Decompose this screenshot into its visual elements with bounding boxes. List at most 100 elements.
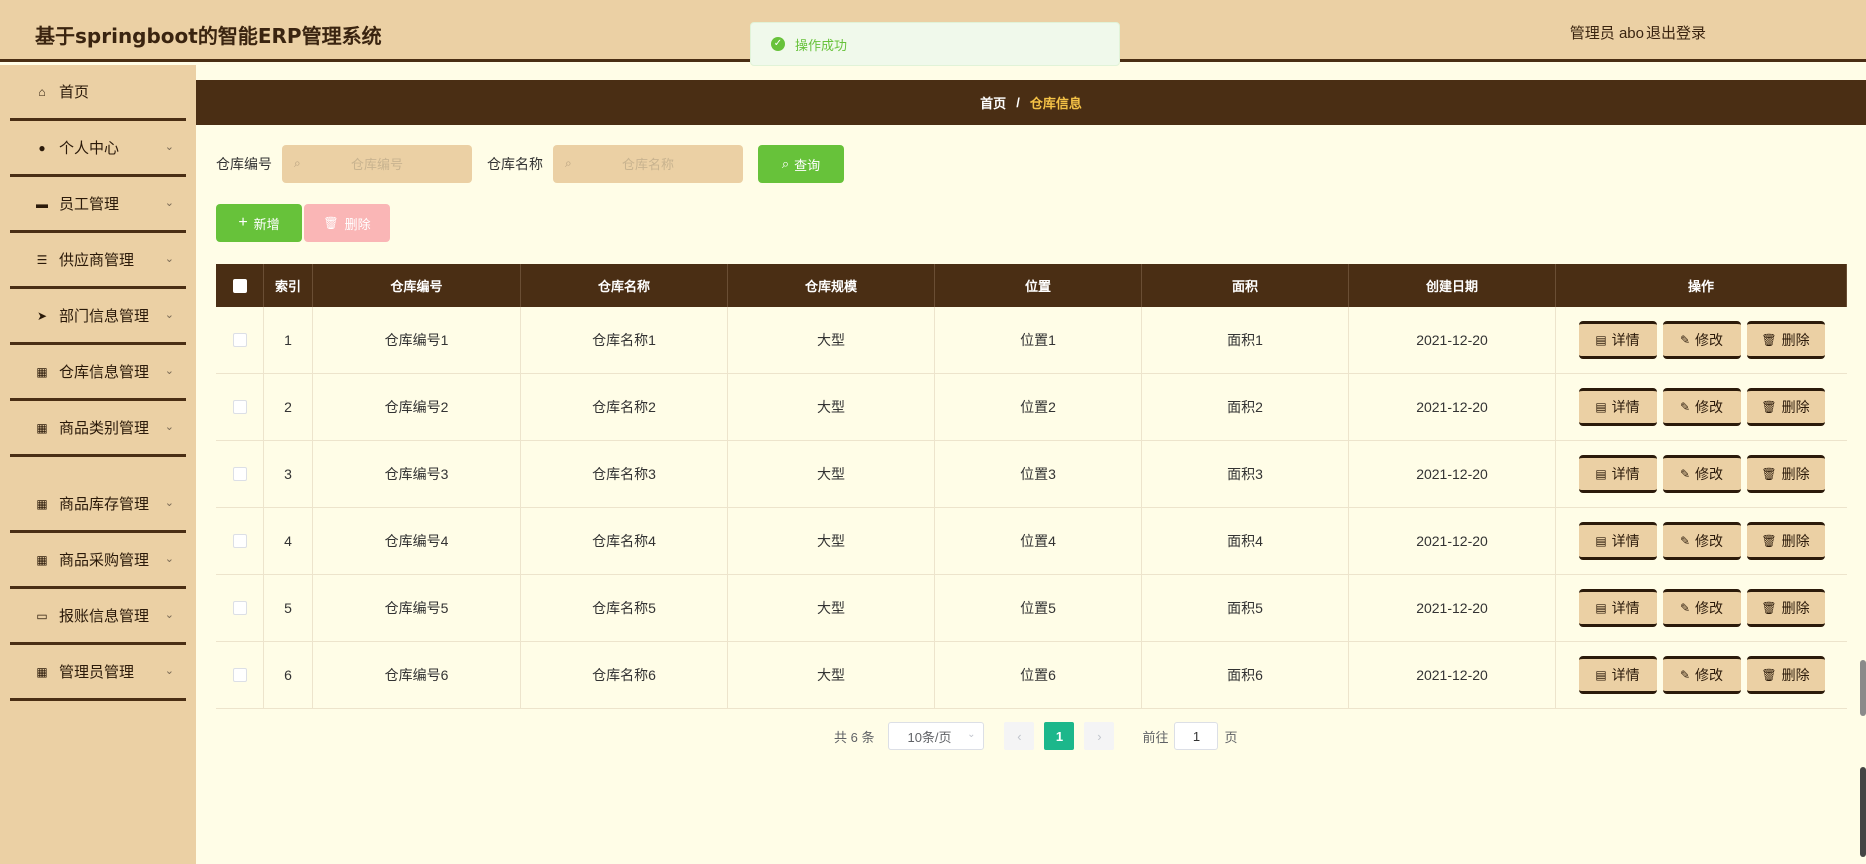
- sidebar-item[interactable]: ▦ 仓库信息管理 ⌄: [10, 345, 186, 401]
- document-icon: ▤: [1595, 668, 1607, 682]
- trash-icon: 🗑: [1761, 333, 1777, 347]
- delete-button[interactable]: 🗑 删除: [1746, 455, 1825, 493]
- page-number-button[interactable]: 1: [1044, 722, 1075, 750]
- cell-area: 面积3: [1142, 441, 1349, 507]
- cell-area: 面积1: [1142, 307, 1349, 373]
- sidebar-item[interactable]: ☰ 供应商管理 ⌄: [10, 233, 186, 289]
- chevron-down-icon: ⌄: [164, 365, 174, 377]
- row-checkbox[interactable]: [232, 534, 247, 548]
- sidebar-item-label: 仓库信息管理: [59, 364, 150, 381]
- document-icon: ▤: [1595, 601, 1607, 615]
- cell-location: 位置1: [935, 307, 1142, 373]
- edit-button[interactable]: ✎ 修改: [1662, 589, 1741, 627]
- app-title: 基于springboot的智能ERP管理系统: [35, 24, 382, 48]
- scrollbar-thumb[interactable]: [1860, 660, 1866, 716]
- toast-message: 操作成功: [795, 37, 848, 53]
- pencil-icon: ✎: [1679, 333, 1691, 347]
- delete-button[interactable]: 🗑 删除: [1746, 656, 1825, 694]
- sidebar-item[interactable]: ● 个人中心 ⌄: [10, 121, 186, 177]
- add-button[interactable]: + 新增: [216, 204, 302, 242]
- detail-button[interactable]: ▤ 详情: [1578, 589, 1657, 627]
- cell-code: 仓库编号1: [313, 307, 521, 373]
- delete-button-label: 删除: [1781, 533, 1810, 549]
- sidebar-item[interactable]: ▦ 商品采购管理 ⌄: [10, 533, 186, 589]
- chevron-down-icon: ⌄: [164, 253, 174, 265]
- sidebar-item[interactable]: ➤ 部门信息管理 ⌄: [10, 289, 186, 345]
- header-area: 面积: [1142, 264, 1349, 307]
- row-select-cell: [216, 575, 264, 641]
- delete-button-label: 删除: [1781, 667, 1810, 683]
- chevron-down-icon: ⌄: [164, 197, 174, 209]
- sidebar-item[interactable]: ▦ 管理员管理 ⌄: [10, 645, 186, 701]
- row-checkbox[interactable]: [232, 668, 247, 682]
- plus-icon: +: [238, 214, 248, 231]
- detail-button-label: 详情: [1611, 600, 1640, 616]
- document-icon: ▤: [1595, 534, 1607, 548]
- table-body: 1 仓库编号1 仓库名称1 大型 位置1 面积1 2021-12-20 ▤ 详情 ✎ 修改 🗑 删除 2 仓…: [216, 307, 1847, 709]
- code-search-input[interactable]: [282, 145, 472, 183]
- goto-prefix: 前往: [1142, 729, 1169, 745]
- batch-delete-button[interactable]: 🗑 删除: [304, 204, 390, 242]
- cell-code: 仓库编号5: [313, 575, 521, 641]
- monitor-icon: ▭: [36, 608, 48, 623]
- sidebar-item[interactable]: ▬ 员工管理 ⌄: [10, 177, 186, 233]
- detail-button[interactable]: ▤ 详情: [1578, 388, 1657, 426]
- edit-button[interactable]: ✎ 修改: [1662, 522, 1741, 560]
- cell-name: 仓库名称2: [521, 374, 728, 440]
- prev-page-button[interactable]: ‹: [1004, 722, 1035, 750]
- page-scrollbar[interactable]: [1858, 0, 1866, 864]
- detail-button[interactable]: ▤ 详情: [1578, 656, 1657, 694]
- chevron-down-icon: ⌄: [164, 141, 174, 153]
- breadcrumb: 首页 / 仓库信息: [196, 80, 1866, 125]
- header-scale: 仓库规模: [728, 264, 935, 307]
- grid-icon: ▦: [36, 496, 48, 511]
- search-icon: ⌕: [294, 156, 301, 170]
- delete-button[interactable]: 🗑 删除: [1746, 522, 1825, 560]
- row-checkbox[interactable]: [232, 467, 247, 481]
- page-size-select[interactable]: 10条/页 ⌄: [888, 722, 985, 750]
- cell-scale: 大型: [728, 508, 935, 574]
- detail-button[interactable]: ▤ 详情: [1578, 522, 1657, 560]
- row-actions: ▤ 详情 ✎ 修改 🗑 删除: [1556, 642, 1847, 708]
- cell-date: 2021-12-20: [1349, 575, 1556, 641]
- sidebar-item[interactable]: ▭ 报账信息管理 ⌄: [10, 589, 186, 645]
- query-button[interactable]: ⌕ 查询: [758, 145, 844, 183]
- header-name: 仓库名称: [521, 264, 728, 307]
- sidebar-item[interactable]: ▦ 商品库存管理 ⌄: [10, 457, 186, 533]
- cell-name: 仓库名称1: [521, 307, 728, 373]
- breadcrumb-separator: /: [1016, 95, 1020, 110]
- row-checkbox[interactable]: [232, 601, 247, 615]
- chevron-left-icon: ‹: [1017, 728, 1022, 744]
- detail-button[interactable]: ▤ 详情: [1578, 321, 1657, 359]
- chat-icon: ▬: [36, 196, 48, 211]
- name-search-input[interactable]: [553, 145, 743, 183]
- row-checkbox[interactable]: [232, 333, 247, 347]
- row-select-cell: [216, 374, 264, 440]
- detail-button[interactable]: ▤ 详情: [1578, 455, 1657, 493]
- goto-page-input[interactable]: 1: [1174, 722, 1219, 750]
- edit-button[interactable]: ✎ 修改: [1662, 388, 1741, 426]
- edit-button[interactable]: ✎ 修改: [1662, 656, 1741, 694]
- edit-button[interactable]: ✎ 修改: [1662, 321, 1741, 359]
- row-checkbox[interactable]: [232, 400, 247, 414]
- delete-button[interactable]: 🗑 删除: [1746, 388, 1825, 426]
- edit-button-label: 修改: [1695, 600, 1724, 616]
- scrollbar-thumb-secondary[interactable]: [1860, 767, 1866, 857]
- header-date: 创建日期: [1349, 264, 1556, 307]
- delete-button[interactable]: 🗑 删除: [1746, 589, 1825, 627]
- logout-link[interactable]: 退出登录: [1646, 22, 1706, 43]
- cell-index: 1: [264, 307, 313, 373]
- breadcrumb-home[interactable]: 首页: [980, 93, 1006, 112]
- cell-index: 3: [264, 441, 313, 507]
- select-all-checkbox[interactable]: [232, 278, 247, 293]
- row-actions: ▤ 详情 ✎ 修改 🗑 删除: [1556, 441, 1847, 507]
- delete-button[interactable]: 🗑 删除: [1746, 321, 1825, 359]
- chevron-right-icon: ›: [1097, 728, 1102, 744]
- next-page-button[interactable]: ›: [1084, 722, 1115, 750]
- sidebar-item[interactable]: ▦ 商品类别管理 ⌄: [10, 401, 186, 457]
- edit-button[interactable]: ✎ 修改: [1662, 455, 1741, 493]
- sidebar-item[interactable]: ⌂ 首页: [10, 65, 186, 121]
- header-code: 仓库编号: [313, 264, 521, 307]
- cell-name: 仓库名称5: [521, 575, 728, 641]
- row-select-cell: [216, 642, 264, 708]
